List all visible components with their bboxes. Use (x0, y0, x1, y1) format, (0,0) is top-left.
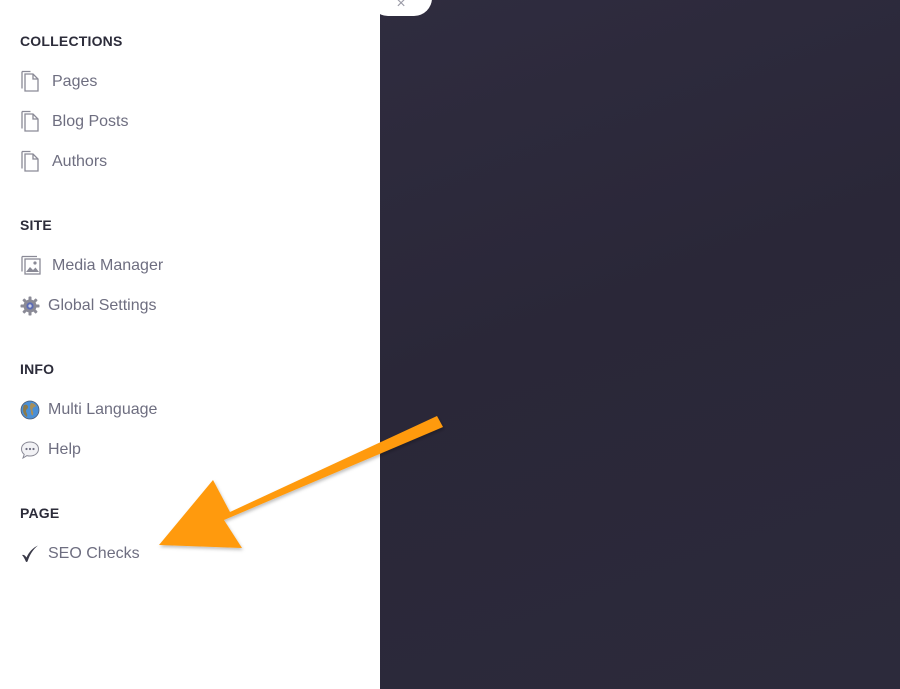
sidebar-item-label: SEO Checks (48, 545, 140, 562)
section-title-info: INFO (20, 361, 55, 377)
sidebar: COLLECTIONS Pages Blog Posts Authors SIT… (0, 0, 380, 689)
page-icon (20, 110, 42, 134)
close-icon: × (396, 0, 406, 12)
sidebar-item-seo-checks[interactable]: SEO Checks (20, 541, 140, 567)
sidebar-item-help[interactable]: Help (20, 437, 81, 463)
sidebar-item-multi-language[interactable]: Multi Language (20, 397, 157, 423)
sidebar-item-label: Global Settings (48, 297, 157, 314)
globe-icon (20, 398, 40, 422)
page-icon (20, 150, 42, 174)
sidebar-item-pages[interactable]: Pages (20, 69, 97, 95)
sidebar-item-label: Multi Language (48, 401, 158, 418)
sidebar-item-blog-posts[interactable]: Blog Posts (20, 109, 128, 135)
modal-backdrop[interactable] (380, 0, 900, 689)
sidebar-item-label: Authors (52, 153, 108, 170)
page-icon (20, 70, 42, 94)
checkmark-icon (20, 542, 40, 566)
speech-bubble-icon (20, 438, 40, 462)
sidebar-item-label: Pages (52, 73, 98, 90)
sidebar-item-media-manager[interactable]: Media Manager (20, 253, 163, 279)
sidebar-item-global-settings[interactable]: Global Settings (20, 293, 157, 319)
section-title-collections: COLLECTIONS (20, 33, 123, 49)
sidebar-item-label: Help (48, 441, 81, 458)
sidebar-item-label: Media Manager (52, 257, 164, 274)
image-icon (20, 254, 42, 278)
gear-icon (20, 294, 40, 318)
sidebar-item-authors[interactable]: Authors (20, 149, 107, 175)
section-title-site: SITE (20, 217, 52, 233)
section-title-page: PAGE (20, 505, 60, 521)
sidebar-item-label: Blog Posts (52, 113, 129, 130)
